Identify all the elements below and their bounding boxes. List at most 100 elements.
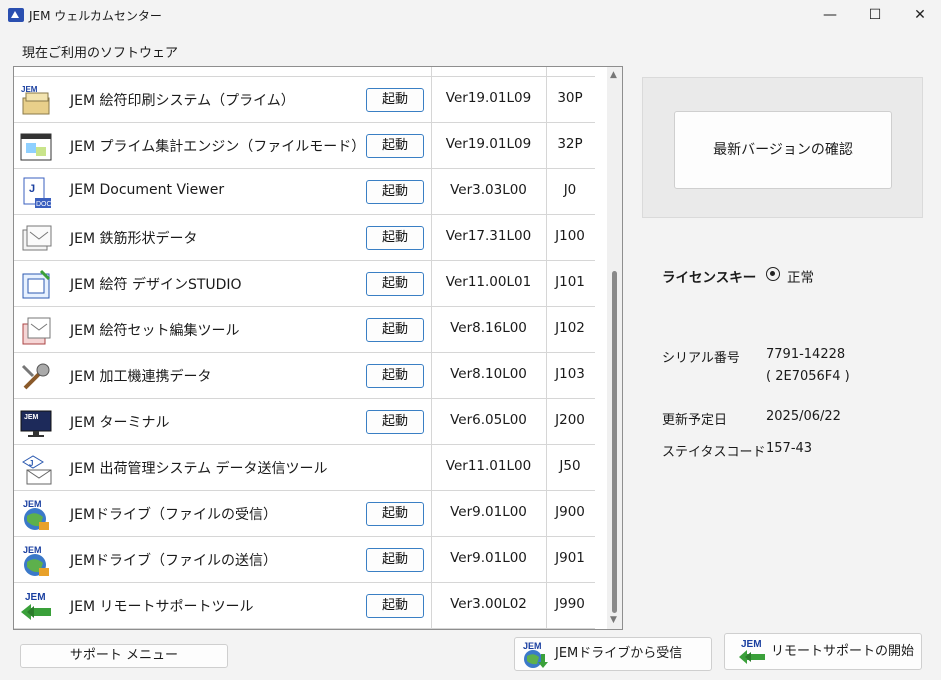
software-name: JEM 絵符 デザインSTUDIO	[70, 277, 242, 293]
rebar-data-icon	[22, 225, 52, 251]
software-code: J50	[559, 458, 581, 474]
software-row[interactable]: JEM プライム集計エンジン（ファイルモード） 起動 Ver19.01L09 32P	[14, 123, 595, 169]
license-key-label: ライセンスキー	[662, 270, 757, 286]
software-name: JEMドライブ（ファイルの受信）	[70, 507, 278, 523]
software-row[interactable]: JEM JEM ターミナル 起動 Ver6.05L00 J200	[14, 399, 595, 445]
window-title: JEM ウェルカムセンター	[29, 9, 162, 23]
design-studio-icon	[22, 269, 51, 299]
engine-icon	[20, 133, 52, 161]
launch-button[interactable]: 起動	[366, 364, 424, 388]
software-name: JEM 鉄筋形状データ	[70, 231, 198, 247]
serial-label: シリアル番号	[662, 351, 740, 366]
mail-send-icon: J	[22, 455, 52, 485]
svg-text:JEM: JEM	[21, 85, 38, 94]
launch-button[interactable]: 起動	[366, 594, 424, 618]
software-code: J901	[555, 550, 585, 566]
jem-brand-text: JEM	[523, 641, 542, 651]
software-row[interactable]: JEM 加工機連携データ 起動 Ver8.10L00 J103	[14, 353, 595, 399]
software-code: J900	[555, 504, 585, 520]
software-row[interactable]: J JEM 出荷管理システム データ送信ツール Ver11.01L00 J50	[14, 445, 595, 491]
software-version: Ver8.16L00	[450, 320, 527, 336]
software-code: J101	[555, 274, 585, 290]
software-name: JEMドライブ（ファイルの送信）	[70, 553, 278, 569]
software-name: JEM Document Viewer	[70, 182, 225, 198]
scroll-thumb[interactable]	[612, 271, 617, 613]
license-status: 正常	[787, 270, 814, 286]
software-version: Ver19.01L09	[445, 90, 532, 106]
remote-support-label: リモートサポートの開始	[771, 644, 915, 659]
software-version: Ver6.05L00	[450, 412, 527, 428]
title-bar: JEM ウェルカムセンター — ☐ ✕	[0, 0, 941, 30]
software-row[interactable]: JEM 絵符セット編集ツール 起動 Ver8.16L00 J102	[14, 307, 595, 353]
software-name: JEM ターミナル	[70, 415, 170, 431]
software-row[interactable]: JEM 絵符 デザインSTUDIO 起動 Ver11.00L01 J101	[14, 261, 595, 307]
software-list-body: JEM JEM 絵符印刷システム（プライム） 起動 Ver19.01L09 30P JEM…	[14, 67, 595, 629]
software-code: 32P	[557, 136, 583, 152]
software-list: JEM JEM 絵符印刷システム（プライム） 起動 Ver19.01L09 30P JEM…	[13, 66, 623, 630]
license-status-indicator	[766, 267, 780, 281]
software-version: Ver19.01L09	[445, 136, 532, 152]
software-version: Ver3.03L00	[450, 182, 527, 198]
remote-arrow-icon: JEM	[21, 592, 51, 620]
software-row[interactable]: JEM JEM リモートサポートツール 起動 Ver3.00L02 J990	[14, 583, 595, 629]
remote-arrow-icon: JEM	[739, 639, 765, 664]
software-name: JEM 出荷管理システム データ送信ツール	[70, 461, 328, 477]
software-code: J990	[555, 596, 585, 612]
scroll-down-arrow-icon[interactable]: ▼	[610, 615, 617, 625]
launch-button[interactable]: 起動	[366, 180, 424, 204]
software-code: J0	[563, 182, 577, 198]
tools-icon	[21, 363, 50, 390]
serial-value: 7791-14228	[766, 347, 846, 362]
software-version: Ver11.01L00	[445, 458, 532, 474]
software-row[interactable]: JEM JEM 絵符印刷システム（プライム） 起動 Ver19.01L09 30P	[14, 77, 595, 123]
minimize-button[interactable]: —	[807, 0, 853, 30]
vertical-scrollbar[interactable]: ▲ ▼	[607, 67, 622, 629]
app-logo-icon	[8, 8, 24, 22]
software-name: JEM 絵符セット編集ツール	[70, 323, 240, 339]
software-code: J103	[555, 366, 585, 382]
svg-text:JEM: JEM	[24, 414, 39, 421]
software-row[interactable]: JEM JEMドライブ（ファイルの受信） 起動 Ver9.01L00 J900	[14, 491, 595, 537]
print-icon: JEM	[21, 85, 50, 115]
software-name: JEM 絵符印刷システム（プライム）	[70, 93, 295, 109]
software-row[interactable]: J DOC JEM Document Viewer 起動 Ver3.03L00 J0	[14, 169, 595, 215]
set-edit-icon	[22, 317, 51, 345]
launch-button[interactable]: 起動	[366, 548, 424, 572]
check-latest-version-button[interactable]: 最新バージョンの確認	[674, 111, 892, 189]
software-version: Ver3.00L02	[450, 596, 527, 612]
launch-button[interactable]: 起動	[366, 502, 424, 526]
software-code: J200	[555, 412, 585, 428]
svg-text:JEM: JEM	[25, 592, 46, 603]
software-row[interactable]: JEM JEMドライブ（ファイルの送信） 起動 Ver9.01L00 J901	[14, 537, 595, 583]
status-code-value: 157-43	[766, 441, 813, 456]
renewal-date-label: 更新予定日	[662, 413, 728, 428]
software-name: JEM 加工機連携データ	[70, 369, 212, 385]
software-row[interactable]: JEM 鉄筋形状データ 起動 Ver17.31L00 J100	[14, 215, 595, 261]
launch-button[interactable]: 起動	[366, 272, 424, 296]
close-button[interactable]: ✕	[897, 0, 941, 30]
launch-button[interactable]: 起動	[366, 410, 424, 434]
globe-receive-icon: JEM	[23, 499, 49, 530]
launch-button[interactable]: 起動	[366, 134, 424, 158]
svg-text:DOC: DOC	[36, 201, 52, 208]
launch-button[interactable]: 起動	[366, 88, 424, 112]
globe-send-icon: JEM	[23, 545, 49, 576]
software-name: JEM リモートサポートツール	[70, 599, 254, 615]
maximize-button[interactable]: ☐	[852, 0, 898, 30]
launch-button[interactable]: 起動	[366, 226, 424, 250]
software-name: JEM プライム集計エンジン（ファイルモード）	[70, 139, 366, 155]
update-panel: 最新バージョンの確認	[642, 77, 923, 218]
scroll-up-arrow-icon[interactable]: ▲	[610, 70, 617, 80]
support-menu-button[interactable]: サポート メニュー	[20, 644, 228, 668]
list-item	[14, 67, 595, 77]
remote-support-start-button[interactable]: JEM リモートサポートの開始	[724, 633, 922, 670]
renewal-date-value: 2025/06/22	[766, 409, 841, 424]
software-version: Ver9.01L00	[450, 550, 527, 566]
drive-receive-button[interactable]: JEM JEMドライブから受信	[514, 637, 712, 671]
software-version: Ver9.01L00	[450, 504, 527, 520]
jem-brand-text: JEM	[741, 639, 762, 650]
svg-text:J: J	[29, 183, 35, 195]
status-code-label: ステイタスコード	[662, 445, 766, 460]
svg-text:JEM: JEM	[23, 545, 42, 555]
launch-button[interactable]: 起動	[366, 318, 424, 342]
